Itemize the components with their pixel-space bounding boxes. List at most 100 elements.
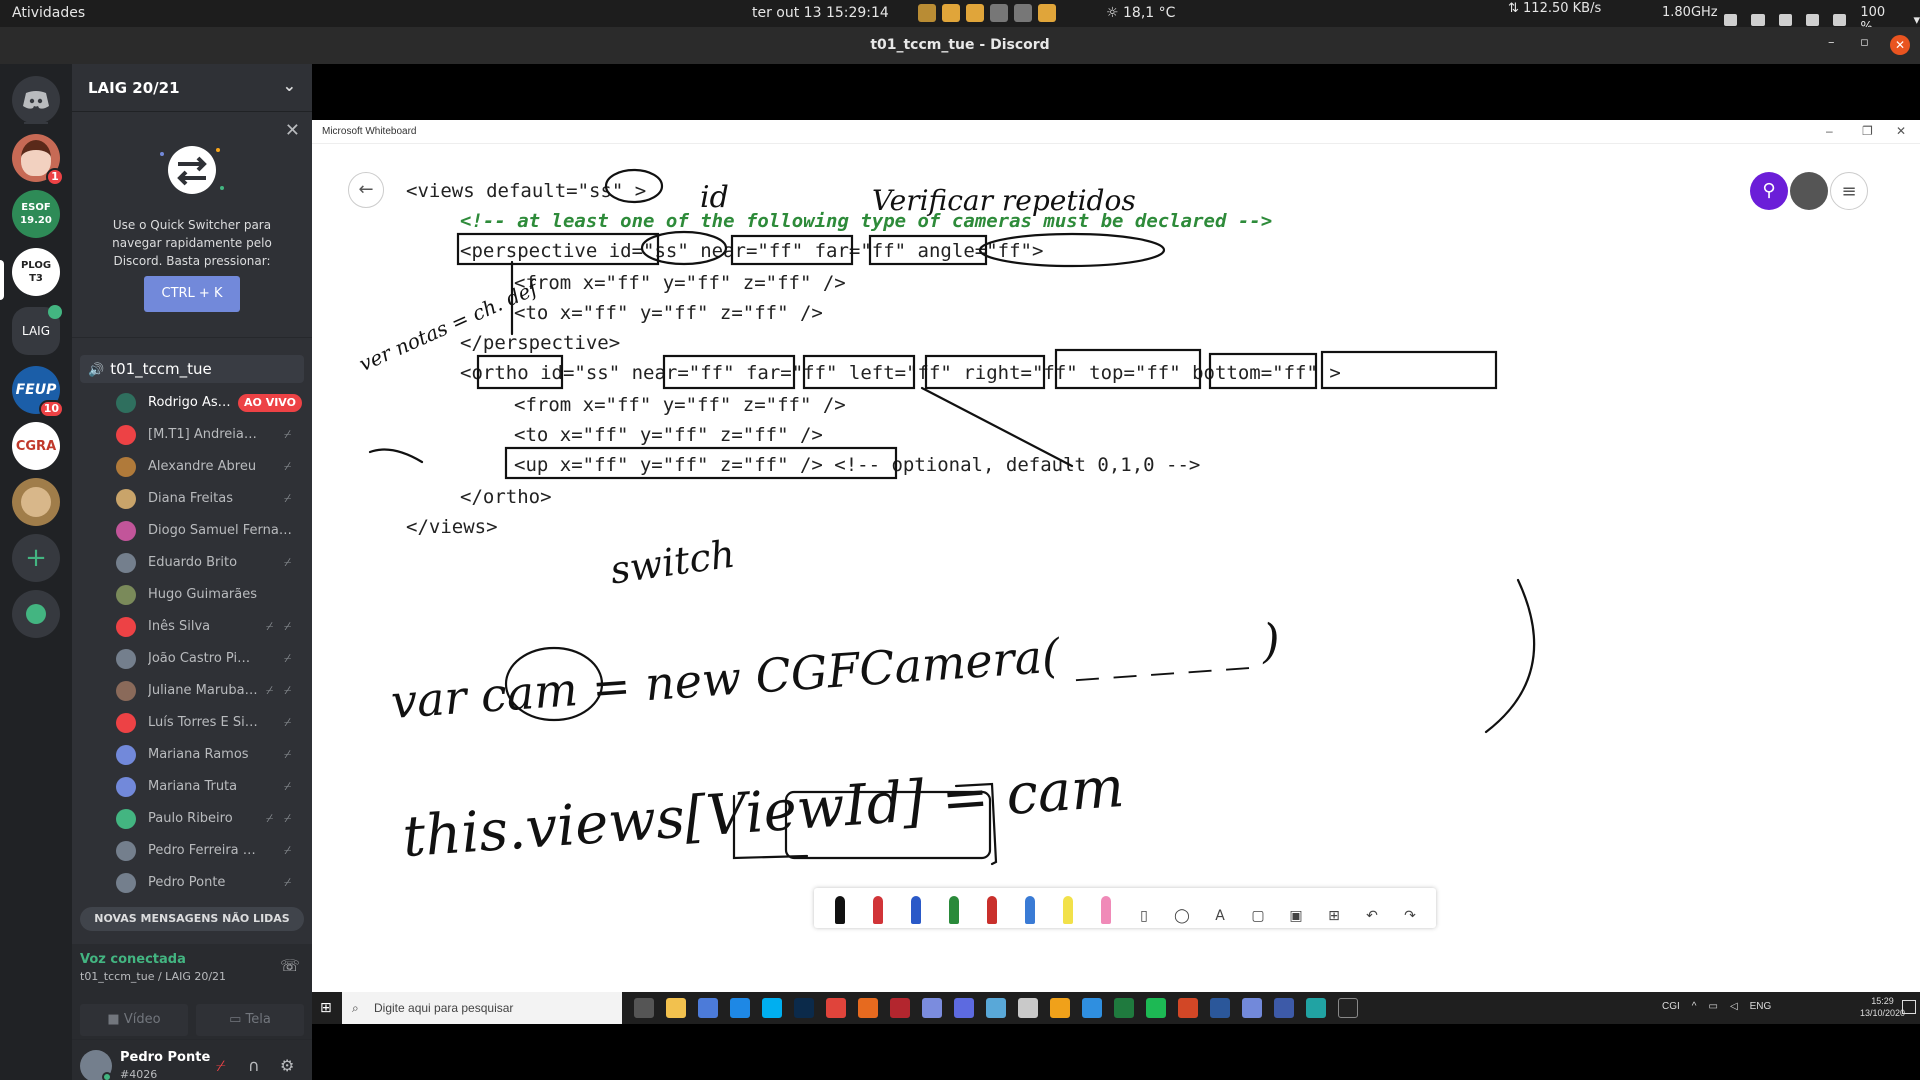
disconnect-call-icon[interactable]: ☏ (280, 956, 300, 975)
taskbar-search-box[interactable]: ⌕ Digite aqui para pesquisar (342, 992, 622, 1024)
discord-app-icon[interactable] (1242, 998, 1262, 1018)
mute-mic-icon[interactable]: ⌿ (216, 1056, 226, 1076)
voice-user[interactable]: Mariana Truta ⌿ (72, 771, 312, 803)
discord-home-button[interactable] (12, 76, 60, 124)
pen-red2-tool[interactable] (976, 892, 1008, 924)
text-icon[interactable]: A (1204, 892, 1236, 924)
voice-user[interactable]: Mariana Ramos ⌿ (72, 739, 312, 771)
video-button[interactable]: ■ Vídeo (80, 1004, 188, 1036)
server-face[interactable] (12, 478, 60, 526)
pen-blue-tool[interactable] (900, 892, 932, 924)
notification-center-icon[interactable] (1902, 1000, 1916, 1014)
terminal-icon[interactable] (1338, 998, 1358, 1018)
server-laig[interactable]: LAIG (12, 305, 62, 355)
voice-user[interactable]: Hugo Guimarães (72, 579, 312, 611)
voice-user[interactable]: Inês Silva ⌿ ⌿ (72, 611, 312, 643)
pen-blue2-tool[interactable] (1014, 892, 1046, 924)
wb-restore-button[interactable]: ❐ (1862, 124, 1873, 138)
close-icon[interactable]: ✕ (285, 120, 300, 141)
image-icon[interactable]: ▣ (1280, 892, 1312, 924)
excel-icon[interactable] (1114, 998, 1134, 1018)
vscode-icon[interactable] (1082, 998, 1102, 1018)
insert-icon[interactable]: ⊞ (1318, 892, 1350, 924)
screen-indicator-icon[interactable] (1038, 4, 1056, 22)
pen-black-tool[interactable] (824, 892, 856, 924)
edge-icon[interactable] (730, 998, 750, 1018)
wb-minimize-button[interactable]: – (1826, 124, 1833, 138)
voice-user[interactable]: Pedro Ponte ⌿ (72, 867, 312, 899)
server-cgra[interactable]: CGRA (12, 422, 60, 470)
taskbar-clock[interactable]: 15:29 13/10/2020 (1860, 995, 1905, 1019)
note-icon[interactable]: ▢ (1242, 892, 1274, 924)
blender-icon[interactable] (954, 998, 974, 1018)
add-server-button[interactable]: + (12, 534, 60, 582)
voice-user[interactable]: Pedro Ferreira (up2... ⌿ (72, 835, 312, 867)
app-gray-icon[interactable] (1018, 998, 1038, 1018)
server-feup[interactable]: FEUP 10 (12, 366, 64, 418)
undo-icon[interactable]: ↶ (1356, 892, 1388, 924)
activities-button[interactable]: Atividades (12, 5, 85, 21)
voice-user[interactable]: [M.T1] Andreia Go... ⌿ (72, 419, 312, 451)
voice-connected-status[interactable]: Voz conectada (80, 952, 186, 967)
clipboard-indicator-icon[interactable] (1014, 4, 1032, 22)
highlighter-yellow-tool[interactable] (1052, 892, 1084, 924)
voice-user[interactable]: Diogo Samuel Fernandes (72, 515, 312, 547)
weather-temperature[interactable]: ☼ 18,1 °C (1106, 5, 1175, 21)
screen-share-button[interactable]: ▭ Tela (196, 1004, 304, 1036)
gear-icon[interactable]: ⚙ (280, 1056, 294, 1075)
explore-servers-button[interactable] (12, 590, 60, 638)
highlighter-pink-tool[interactable] (1090, 892, 1122, 924)
sublime-icon[interactable] (1050, 998, 1070, 1018)
close-window-button[interactable]: ✕ (1890, 35, 1910, 55)
voice-user[interactable]: Alexandre Abreu ⌿ (72, 451, 312, 483)
skype-icon[interactable] (762, 998, 782, 1018)
spotify-icon[interactable] (1146, 998, 1166, 1018)
tray-network-icon[interactable]: ▭ (1708, 1001, 1717, 1012)
quick-switcher-shortcut-button[interactable]: CTRL + K (144, 276, 240, 312)
ruler-icon[interactable]: ▯ (1128, 892, 1160, 924)
word-icon[interactable] (1210, 998, 1230, 1018)
server-avatar-1[interactable]: 1 (12, 134, 64, 186)
voice-channel-t01[interactable]: 🔊 t01_tccm_tue (80, 355, 304, 383)
pen-green-tool[interactable] (938, 892, 970, 924)
app-teal-icon[interactable] (1306, 998, 1326, 1018)
task-view-icon[interactable] (634, 998, 654, 1018)
voice-user[interactable]: João Castro Pinto - ... ⌿ (72, 643, 312, 675)
voice-user[interactable]: Luís Torres E Silva ⌿ (72, 707, 312, 739)
server-header[interactable]: LAIG 20/21 ⌄ (72, 64, 312, 112)
redo-icon[interactable]: ↷ (1394, 892, 1426, 924)
discord-taskbar-icon[interactable] (922, 998, 942, 1018)
voice-user[interactable]: Rodrigo Ass... AO VIVO (72, 387, 312, 419)
system-clock[interactable]: ter out 13 15:29:14 (752, 5, 889, 21)
whiteboard-canvas[interactable]: ← ⚲ ≡ <views default="ss" > <!-- at leas… (312, 144, 1920, 944)
voice-user[interactable]: Eduardo Brito ⌿ (72, 547, 312, 579)
chrome-icon[interactable] (826, 998, 846, 1018)
maximize-button[interactable]: ▫ (1860, 35, 1869, 50)
voice-user[interactable]: Diana Freitas ⌿ (72, 483, 312, 515)
lang-indicator[interactable]: ENG (1750, 1001, 1772, 1012)
server-esof[interactable]: ESOF 19.20 (12, 190, 60, 238)
tray-volume-icon[interactable]: ◁ (1730, 1001, 1738, 1012)
voice-user[interactable]: Paulo Ribeiro ⌿ ⌿ (72, 803, 312, 835)
minimize-button[interactable]: – (1828, 35, 1835, 50)
globe-indicator-icon[interactable] (990, 4, 1008, 22)
sensor-indicator-icon[interactable] (966, 4, 984, 22)
cpu-indicator-icon[interactable] (918, 4, 936, 22)
voice-user[interactable]: Juliane Marubay... ⌿ ⌿ (72, 675, 312, 707)
whiteboard-icon[interactable] (1274, 998, 1294, 1018)
wb-close-button[interactable]: ✕ (1896, 124, 1906, 138)
windows-start-icon[interactable]: ⊞ (320, 1000, 336, 1016)
headphones-icon[interactable]: ∩ (248, 1056, 260, 1075)
pen-red-tool[interactable] (862, 892, 894, 924)
app-blue-icon[interactable] (986, 998, 1006, 1018)
server-plog[interactable]: PLOG T3 (12, 248, 60, 296)
powerpoint-icon[interactable] (1178, 998, 1198, 1018)
photoshop-icon[interactable] (794, 998, 814, 1018)
new-unread-messages-button[interactable]: NOVAS MENSAGENS NÃO LIDAS (80, 907, 304, 931)
tray-overflow-icon[interactable]: ^ (1692, 1001, 1697, 1012)
calculator-icon[interactable] (698, 998, 718, 1018)
firefox-icon[interactable] (858, 998, 878, 1018)
app-red-icon[interactable] (890, 998, 910, 1018)
memory-indicator-icon[interactable] (942, 4, 960, 22)
file-explorer-icon[interactable] (666, 998, 686, 1018)
